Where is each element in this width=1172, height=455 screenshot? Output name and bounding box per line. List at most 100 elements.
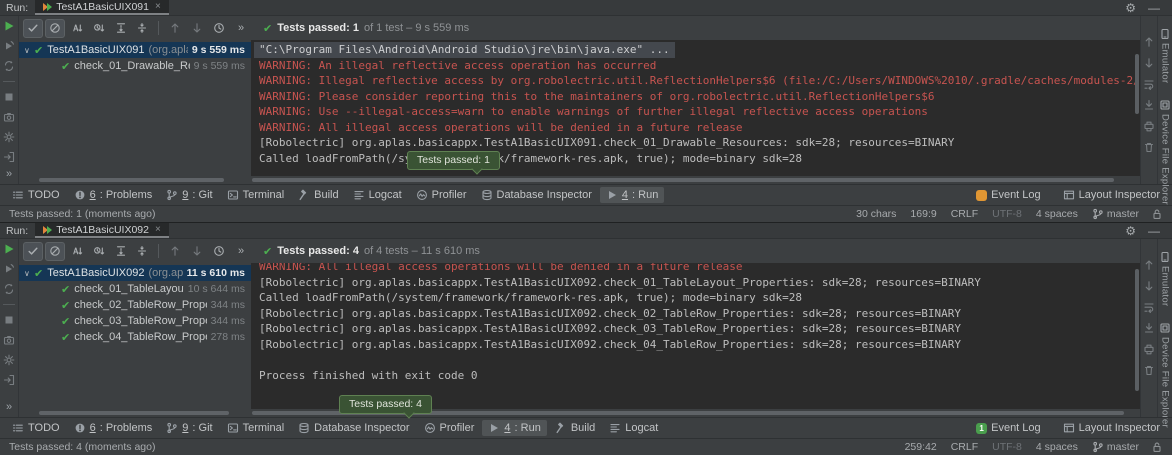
test-suite-row[interactable]: ∨ ✔ TestA1BasicUIX091(org.aplas.basica 9… [19, 42, 251, 58]
git-branch-widget[interactable]: master [1092, 208, 1139, 220]
expand-all-icon[interactable] [111, 19, 131, 38]
previous-occurrence-icon[interactable] [165, 19, 185, 38]
hidden-toolbar-chevrons-icon[interactable]: » [6, 168, 12, 182]
sort-alphabetically-icon[interactable] [67, 242, 87, 261]
toolwindow-profiler-button[interactable]: Profiler [418, 420, 481, 436]
toolwindow-logcat-button[interactable]: Logcat [603, 420, 664, 436]
soft-wrap-icon[interactable] [1143, 78, 1155, 90]
status-message[interactable]: Tests passed: 1 (moments ago) [9, 208, 155, 220]
sort-by-duration-icon[interactable] [89, 19, 109, 38]
show-ignored-icon[interactable] [45, 19, 65, 38]
status-item[interactable]: 30 chars [856, 208, 896, 220]
status-item[interactable]: UTF-8 [992, 441, 1022, 453]
rerun-test-icon[interactable] [3, 243, 15, 255]
test-case-row[interactable]: ✔ check_02_TableRow_Properties 344 ms [19, 297, 251, 313]
close-icon[interactable]: × [155, 224, 161, 235]
sort-alphabetically-icon[interactable] [67, 19, 87, 38]
status-message[interactable]: Tests passed: 4 (moments ago) [9, 441, 155, 453]
layout-inspector-button[interactable]: Layout Inspector [1057, 420, 1166, 436]
apply-changes-icon[interactable] [3, 354, 15, 366]
test-suite-row[interactable]: ∨ ✔ TestA1BasicUIX092(org.aplas.basica 1… [19, 265, 251, 281]
print-icon[interactable] [1143, 120, 1155, 132]
toolwindow-run-button[interactable]: 4: Run [482, 420, 546, 436]
emulator-tab[interactable]: Emulator [1159, 251, 1171, 306]
stop-icon[interactable] [3, 314, 15, 326]
event-log-button[interactable]: 1 Event Log [970, 420, 1047, 436]
toolwindow-build-button[interactable]: Build [292, 187, 344, 203]
toolbar-divider[interactable] [158, 21, 159, 35]
status-item[interactable]: 4 spaces [1036, 441, 1078, 453]
test-case-row[interactable]: ✔ check_01_TableLayout_Properties 10 s 6… [19, 281, 251, 297]
more-toolbar-icon[interactable]: » [231, 19, 251, 38]
hidden-toolbar-chevrons-icon[interactable]: » [6, 401, 12, 415]
console-vertical-scrollbar[interactable] [1135, 269, 1139, 391]
arrow-to-bracket-icon[interactable] [3, 374, 15, 386]
toolbar-divider[interactable] [158, 244, 159, 258]
emulator-tab[interactable]: Emulator [1159, 28, 1171, 83]
print-icon[interactable] [1143, 343, 1155, 355]
scroll-down-icon[interactable] [1143, 280, 1155, 292]
collapse-all-icon[interactable] [133, 242, 153, 261]
chevron-down-icon[interactable]: ∨ [24, 46, 34, 55]
status-item[interactable]: CRLF [951, 208, 978, 220]
tree-horizontal-scrollbar[interactable] [39, 178, 224, 182]
status-item[interactable]: 169:9 [910, 208, 936, 220]
scroll-up-icon[interactable] [1143, 259, 1155, 271]
more-toolbar-icon[interactable]: » [231, 242, 251, 261]
test-history-icon[interactable] [209, 19, 229, 38]
next-occurrence-icon[interactable] [187, 242, 207, 261]
toolwindow-terminal-button[interactable]: Terminal [221, 420, 291, 436]
toolwindow-problems-button[interactable]: 6: Problems [68, 420, 159, 436]
show-passed-icon[interactable] [23, 242, 43, 261]
status-item[interactable]: 4 spaces [1036, 208, 1078, 220]
scroll-to-end-icon[interactable] [1143, 99, 1155, 111]
toolwindow-database-inspector-button[interactable]: Database Inspector [292, 420, 415, 436]
rerun-test-icon[interactable] [3, 20, 15, 32]
toolwindow-database-inspector-button[interactable]: Database Inspector [475, 187, 598, 203]
minimize-icon[interactable]: — [1148, 2, 1160, 14]
clear-console-icon[interactable] [1143, 141, 1155, 153]
scroll-down-icon[interactable] [1143, 57, 1155, 69]
device-file-explorer-tab[interactable]: Device File Explorer [1159, 322, 1171, 428]
arrow-to-bracket-icon[interactable] [3, 151, 15, 163]
toolwindow-git-button[interactable]: 9: Git [160, 187, 218, 203]
scroll-up-icon[interactable] [1143, 36, 1155, 48]
toolwindow-todo-button[interactable]: TODO [6, 420, 66, 436]
screenshot-icon[interactable] [3, 111, 15, 123]
next-occurrence-icon[interactable] [187, 19, 207, 38]
auto-test-icon[interactable] [3, 60, 15, 72]
git-branch-widget[interactable]: master [1092, 441, 1139, 453]
test-history-icon[interactable] [209, 242, 229, 261]
status-item[interactable]: UTF-8 [992, 208, 1022, 220]
clear-console-icon[interactable] [1143, 364, 1155, 376]
soft-wrap-icon[interactable] [1143, 301, 1155, 313]
test-case-row[interactable]: ✔ check_01_Drawable_Resources 9 s 559 ms [19, 58, 251, 74]
show-passed-icon[interactable] [23, 19, 43, 38]
sort-by-duration-icon[interactable] [89, 242, 109, 261]
console-vertical-scrollbar[interactable] [1135, 54, 1139, 114]
test-case-row[interactable]: ✔ check_03_TableRow_Properties 344 ms [19, 313, 251, 329]
close-icon[interactable]: × [155, 1, 161, 12]
collapse-all-icon[interactable] [133, 19, 153, 38]
status-item[interactable]: 259:42 [905, 441, 937, 453]
screenshot-icon[interactable] [3, 334, 15, 346]
apply-changes-icon[interactable] [3, 131, 15, 143]
settings-gear-icon[interactable]: ⚙ [1125, 2, 1136, 14]
rerun-failed-tests-icon[interactable] [3, 40, 15, 52]
toolwindow-build-button[interactable]: Build [549, 420, 601, 436]
layout-inspector-button[interactable]: Layout Inspector [1057, 187, 1166, 203]
status-item[interactable]: CRLF [951, 441, 978, 453]
rerun-failed-tests-icon[interactable] [3, 263, 15, 275]
console-horizontal-scrollbar[interactable] [252, 178, 1114, 182]
toolwindow-logcat-button[interactable]: Logcat [347, 187, 408, 203]
scroll-to-end-icon[interactable] [1143, 322, 1155, 334]
chevron-down-icon[interactable]: ∨ [24, 269, 34, 278]
run-console[interactable]: "C:\Program Files\Android\Android Studio… [251, 40, 1140, 176]
test-case-row[interactable]: ✔ check_04_TableRow_Properties 278 ms [19, 329, 251, 345]
toolwindow-run-button[interactable]: 4: Run [600, 187, 664, 203]
lock-icon[interactable] [1151, 208, 1163, 220]
lock-icon[interactable] [1151, 441, 1163, 453]
previous-occurrence-icon[interactable] [165, 242, 185, 261]
tree-horizontal-scrollbar[interactable] [39, 411, 229, 415]
strip-divider[interactable] [3, 81, 15, 82]
